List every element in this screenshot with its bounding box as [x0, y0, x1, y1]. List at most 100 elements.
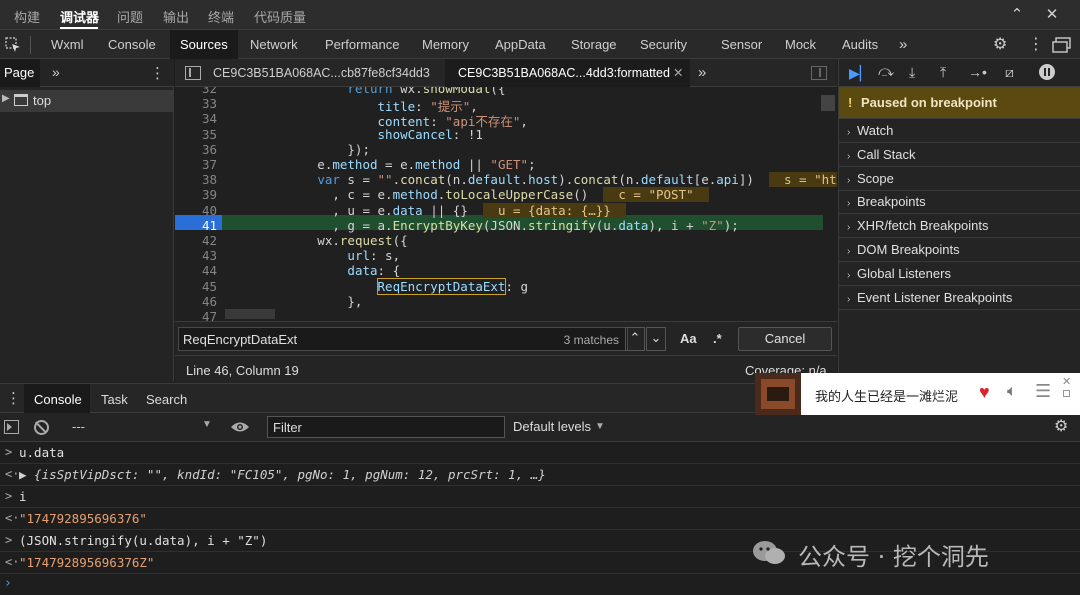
line-number[interactable]: 45: [175, 279, 217, 294]
close-tab-icon[interactable]: ✕: [673, 59, 683, 87]
debugger-section-call-stack[interactable]: › Call Stack: [839, 143, 1080, 167]
code-editor[interactable]: 32 return wx.showModal({33 title: "提示", 3…: [175, 87, 837, 321]
tab-wxml[interactable]: Wxml: [51, 30, 84, 59]
code-line[interactable]: url: s,: [227, 248, 400, 263]
line-number[interactable]: 38: [175, 172, 217, 187]
caret-right-icon[interactable]: ▶: [2, 93, 10, 104]
log-levels-dropdown[interactable]: Default levels: [513, 419, 591, 434]
debugger-section-xhr-fetch-breakpoints[interactable]: › XHR/fetch Breakpoints: [839, 214, 1080, 239]
menu-debugger[interactable]: 调试器: [60, 7, 99, 26]
line-number[interactable]: 37: [175, 157, 217, 172]
code-line[interactable]: showCancel: !1: [227, 127, 483, 142]
tab-sensor[interactable]: Sensor: [721, 30, 762, 59]
line-number[interactable]: 40: [175, 203, 217, 218]
code-line[interactable]: var s = "".concat(n.default.host).concat…: [227, 172, 837, 188]
search-input[interactable]: ReqEncryptDataExt 3 matches: [178, 327, 628, 351]
line-number[interactable]: 44: [175, 263, 217, 278]
filter-input[interactable]: Filter: [267, 416, 505, 438]
editor-tab-label-active[interactable]: CE9C3B51BA068AC...4dd3:formatted: [458, 59, 670, 87]
debugger-section-watch[interactable]: › Watch: [839, 119, 1080, 143]
tab-storage[interactable]: Storage: [571, 30, 617, 59]
clear-console-icon[interactable]: [34, 420, 49, 435]
close-icon[interactable]: ✕: [1062, 375, 1071, 388]
console-prompt-input[interactable]: [19, 575, 1019, 593]
debugger-section-global-listeners[interactable]: › Global Listeners: [839, 262, 1080, 286]
console-output[interactable]: > u.data <· ▶ {isSptVipDsct: "", kndId: "FC…: [0, 442, 1080, 595]
code-line[interactable]: data: {: [227, 263, 400, 278]
menu-code-quality[interactable]: 代码质量: [254, 7, 306, 26]
menu-terminal[interactable]: 终端: [208, 7, 234, 26]
tab-memory[interactable]: Memory: [422, 30, 469, 59]
editor-tab[interactable]: CE9C3B51BA068AC...cb87fe8cf34dd3: [213, 59, 430, 87]
resume-icon[interactable]: ▶▏: [849, 65, 871, 81]
regex-button[interactable]: .*: [713, 331, 722, 346]
console-result-line[interactable]: <· "174792895696376": [0, 508, 1080, 530]
maximize-icon[interactable]: [1063, 390, 1070, 397]
kebab-menu-icon[interactable]: ⋮: [1028, 35, 1044, 55]
next-match-button[interactable]: ⌄: [646, 327, 666, 351]
debugger-section-breakpoints[interactable]: › Breakpoints: [839, 190, 1080, 215]
drawer-tab-search[interactable]: Search: [146, 392, 187, 407]
code-line[interactable]: },: [227, 294, 362, 309]
context-selector[interactable]: --- ▼: [64, 416, 216, 438]
tab-sources[interactable]: Sources: [170, 30, 238, 59]
tab-network[interactable]: Network: [250, 30, 298, 59]
playlist-icon[interactable]: ☰: [1035, 381, 1051, 402]
drawer-tab-console[interactable]: Console: [34, 392, 82, 407]
tab-audits[interactable]: Audits: [842, 30, 878, 59]
line-number[interactable]: 43: [175, 248, 217, 263]
tree-item-top[interactable]: ▶ top: [0, 90, 174, 112]
toggle-debugger-icon[interactable]: [811, 66, 827, 80]
cancel-button[interactable]: Cancel: [738, 327, 832, 351]
console-result-line[interactable]: <· ▶ {isSptVipDsct: "", kndId: "FC105", p…: [0, 464, 1080, 486]
kebab-menu-icon[interactable]: ⋮: [150, 64, 165, 82]
line-number[interactable]: 35: [175, 127, 217, 142]
line-number[interactable]: 46: [175, 294, 217, 309]
match-case-button[interactable]: Aa: [680, 331, 697, 346]
line-number[interactable]: 42: [175, 233, 217, 248]
tab-performance[interactable]: Performance: [325, 30, 399, 59]
debugger-section-dom-breakpoints[interactable]: › DOM Breakpoints: [839, 238, 1080, 262]
tab-security[interactable]: Security: [640, 30, 687, 59]
code-line[interactable]: , c = e.method.toLocaleUpperCase() c = "…: [227, 187, 709, 203]
line-number[interactable]: 41: [175, 218, 217, 233]
tab-mock[interactable]: Mock: [785, 30, 816, 59]
editor-h-scrollbar-thumb[interactable]: [225, 309, 275, 319]
step-into-icon[interactable]: ⤓: [909, 64, 923, 80]
inspect-element-icon[interactable]: [4, 36, 22, 54]
code-line[interactable]: });: [227, 142, 370, 157]
line-number[interactable]: 33: [175, 96, 217, 111]
line-number[interactable]: 39: [175, 187, 217, 202]
pause-on-exceptions-icon[interactable]: [1039, 64, 1055, 80]
more-panels-icon[interactable]: »: [52, 64, 60, 80]
more-tabs-icon[interactable]: »: [899, 30, 907, 59]
gear-icon[interactable]: ⚙: [993, 36, 1011, 54]
more-tabs-icon[interactable]: »: [698, 59, 706, 87]
tab-page[interactable]: Page: [0, 59, 40, 87]
show-sidebar-icon[interactable]: [4, 420, 19, 434]
code-line[interactable]: return wx.showModal({: [227, 87, 505, 96]
toggle-navigator-icon[interactable]: [185, 66, 201, 80]
code-line[interactable]: wx.request({: [227, 233, 407, 248]
line-number[interactable]: 47: [175, 309, 217, 321]
collapse-icon[interactable]: ⌃: [1008, 6, 1026, 24]
line-number[interactable]: 36: [175, 142, 217, 157]
heart-icon[interactable]: ♥: [979, 382, 990, 403]
console-input-line[interactable]: > u.data: [0, 442, 1080, 464]
deactivate-breakpoints-icon[interactable]: ⧄: [1005, 64, 1025, 80]
volume-icon[interactable]: 🔈︎: [1007, 383, 1017, 401]
dock-side-icon[interactable]: [1052, 37, 1072, 53]
step-out-icon[interactable]: ⤒: [940, 64, 954, 80]
menu-output[interactable]: 输出: [163, 7, 189, 26]
step-over-icon[interactable]: ⤼: [878, 64, 896, 80]
close-icon[interactable]: ✕: [1043, 6, 1061, 24]
step-icon[interactable]: →•: [968, 64, 987, 80]
kebab-menu-icon[interactable]: ⋮: [6, 389, 21, 407]
tab-console[interactable]: Console: [108, 30, 156, 59]
gear-icon[interactable]: ⚙: [1054, 418, 1072, 436]
code-line[interactable]: e.method = e.method || "GET";: [227, 157, 535, 172]
line-number[interactable]: 32: [175, 87, 217, 96]
menu-problems[interactable]: 问题: [117, 7, 143, 26]
debugger-section-event-listener-breakpoints[interactable]: › Event Listener Breakpoints: [839, 286, 1080, 310]
previous-match-button[interactable]: ⌃: [625, 327, 645, 351]
